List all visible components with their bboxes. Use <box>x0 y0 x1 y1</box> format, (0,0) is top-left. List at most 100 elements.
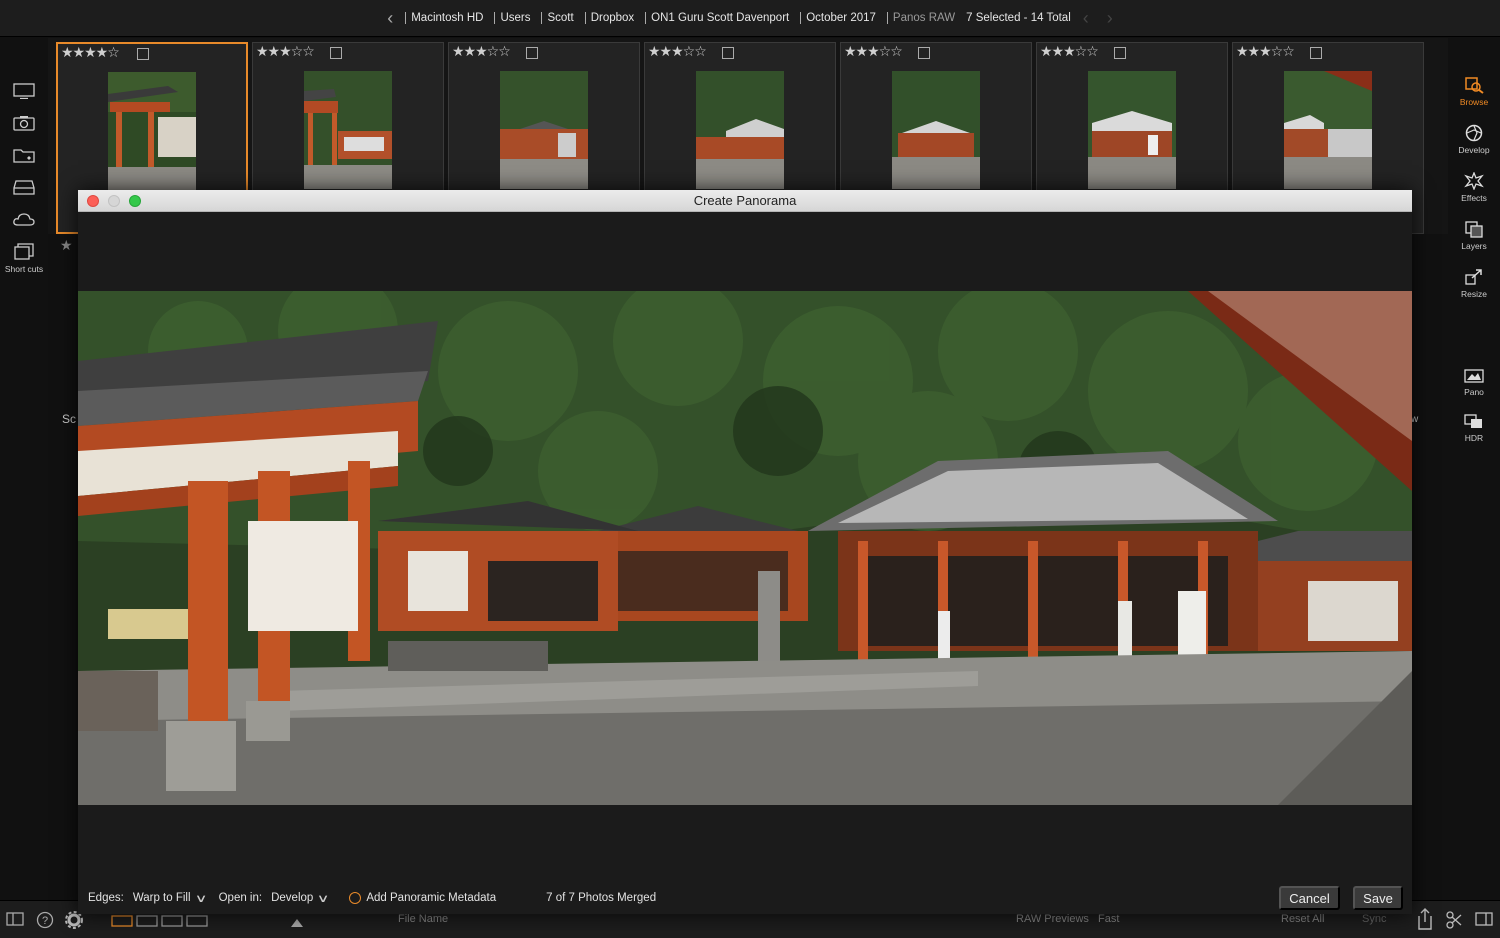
select-checkbox[interactable] <box>918 47 930 59</box>
layers-icon <box>1465 221 1483 238</box>
thumbnail-image <box>108 72 196 190</box>
right-sidebar: Browse Develop Effects Layers Resize Pan… <box>1448 38 1500 900</box>
star-rating[interactable]: ★★★☆☆ <box>256 44 315 60</box>
thumbnail-image <box>892 71 980 189</box>
create-panorama-dialog: Create Panorama Edges: Warp to Fill ∨ Op… <box>78 190 1412 914</box>
edges-dropdown[interactable]: Warp to Fill ∨ <box>132 892 208 905</box>
effects-icon <box>1464 172 1484 190</box>
thumbnail-image <box>304 71 392 189</box>
panorama-preview[interactable] <box>78 291 1412 805</box>
browse-icon <box>1465 77 1484 94</box>
share-icon[interactable] <box>1416 907 1434 934</box>
background-text-fragment: Sc <box>62 412 77 426</box>
dialog-controls: Edges: Warp to Fill ∨ Open in: Develop ∨… <box>78 882 1412 914</box>
select-checkbox[interactable] <box>330 47 342 59</box>
module-label: Develop <box>1458 145 1490 155</box>
save-button[interactable]: Save <box>1353 886 1403 910</box>
camera-icon[interactable] <box>12 114 36 132</box>
next-chevron-icon[interactable]: › <box>1101 8 1119 29</box>
breadcrumb-item[interactable]: ON1 Guru Scott Davenport <box>645 12 794 24</box>
open-in-value: Develop <box>271 892 314 904</box>
thumbnail-image <box>696 71 784 189</box>
select-checkbox[interactable] <box>526 47 538 59</box>
prev-chevron-icon[interactable]: ‹ <box>1077 8 1095 29</box>
module-resize[interactable]: Resize <box>1448 268 1500 299</box>
window-controls <box>87 195 141 207</box>
background-star: ★ <box>60 238 73 254</box>
hdr-icon <box>1464 414 1482 428</box>
sort-dropdown[interactable]: File Name <box>398 913 448 925</box>
module-label: Effects <box>1461 193 1487 203</box>
cloud-icon[interactable] <box>12 210 36 228</box>
back-chevron-icon[interactable]: ‹ <box>381 8 399 29</box>
select-checkbox[interactable] <box>1114 47 1126 59</box>
sync-button[interactable]: Sync <box>1362 913 1386 925</box>
raw-previews-dropdown[interactable]: Fast <box>1098 913 1119 925</box>
metadata-radio[interactable] <box>349 892 362 904</box>
cancel-button[interactable]: Cancel <box>1279 886 1340 910</box>
drive-icon[interactable] <box>12 178 36 196</box>
edges-label: Edges: <box>88 892 124 904</box>
folder-heart-icon[interactable] <box>12 146 36 164</box>
dialog-titlebar[interactable]: Create Panorama <box>78 190 1412 212</box>
left-sidebar: Short cuts <box>0 38 48 900</box>
thumbnail-image <box>1088 71 1176 189</box>
shortcuts-icon[interactable] <box>12 242 36 260</box>
module-label: Browse <box>1459 97 1489 107</box>
star-rating[interactable]: ★★★★☆ <box>61 45 120 61</box>
module-label: Resize <box>1461 289 1487 299</box>
breadcrumb-item[interactable]: Users <box>494 12 535 24</box>
select-checkbox[interactable] <box>722 47 734 59</box>
resize-icon <box>1465 269 1482 285</box>
right-panel-toggle-icon[interactable] <box>1475 912 1493 929</box>
star-rating[interactable]: ★★★☆☆ <box>844 44 903 60</box>
star-rating[interactable]: ★★★☆☆ <box>452 44 511 60</box>
module-label: Layers <box>1461 241 1487 251</box>
thumbnail-image <box>500 71 588 189</box>
merge-status: 7 of 7 Photos Merged <box>546 892 657 904</box>
module-develop[interactable]: Develop <box>1448 124 1500 155</box>
monitor-icon[interactable] <box>12 82 36 100</box>
tools-icon[interactable] <box>1446 911 1462 932</box>
pano-icon <box>1464 369 1484 383</box>
path-bar: ‹ Macintosh HD Users Scott Dropbox ON1 G… <box>0 0 1500 37</box>
background-text-fragment: w <box>1411 414 1419 425</box>
breadcrumb-current: Panos RAW <box>886 12 960 24</box>
thumbnail-size-slider[interactable] <box>290 918 304 931</box>
select-checkbox[interactable] <box>1310 47 1322 59</box>
selection-count: 7 Selected - 14 Total <box>966 12 1071 24</box>
grid-view-icon[interactable] <box>110 914 210 931</box>
breadcrumb-item[interactable]: October 2017 <box>800 12 881 24</box>
breadcrumb-item[interactable]: Dropbox <box>584 12 639 24</box>
module-label: HDR <box>1464 433 1484 443</box>
svg-text:?: ? <box>42 915 48 927</box>
star-rating[interactable]: ★★★☆☆ <box>1236 44 1295 60</box>
chevron-down-icon: ∨ <box>316 892 330 905</box>
module-label: Pano <box>1464 387 1484 397</box>
module-effects[interactable]: Effects <box>1448 172 1500 203</box>
breadcrumb-item[interactable]: Macintosh HD <box>405 12 488 24</box>
panel-toggle-icon[interactable] <box>6 912 24 929</box>
star-rating[interactable]: ★★★☆☆ <box>1040 44 1099 60</box>
module-hdr[interactable]: HDR <box>1448 414 1500 443</box>
edges-value: Warp to Fill <box>132 892 191 904</box>
zoom-icon[interactable] <box>129 195 141 207</box>
help-icon[interactable]: ? <box>36 911 54 932</box>
metadata-option-label[interactable]: Add Panoramic Metadata <box>366 892 496 904</box>
breadcrumb-item[interactable]: Scott <box>541 12 578 24</box>
module-layers[interactable]: Layers <box>1448 220 1500 251</box>
open-in-dropdown[interactable]: Develop ∨ <box>271 892 330 905</box>
select-checkbox[interactable] <box>137 48 149 60</box>
reset-all-button[interactable]: Reset All <box>1281 913 1324 925</box>
chevron-down-icon: ∨ <box>194 892 208 905</box>
module-pano[interactable]: Pano <box>1448 368 1500 397</box>
dialog-title: Create Panorama <box>693 193 797 208</box>
shortcuts-label: Short cuts <box>4 264 44 274</box>
minimize-icon[interactable] <box>108 195 120 207</box>
close-icon[interactable] <box>87 195 99 207</box>
thumbnail-image <box>1284 71 1372 189</box>
module-browse[interactable]: Browse <box>1448 76 1500 107</box>
star-rating[interactable]: ★★★☆☆ <box>648 44 707 60</box>
raw-previews-label: RAW Previews <box>1016 913 1089 925</box>
open-in-label: Open in: <box>218 892 263 904</box>
